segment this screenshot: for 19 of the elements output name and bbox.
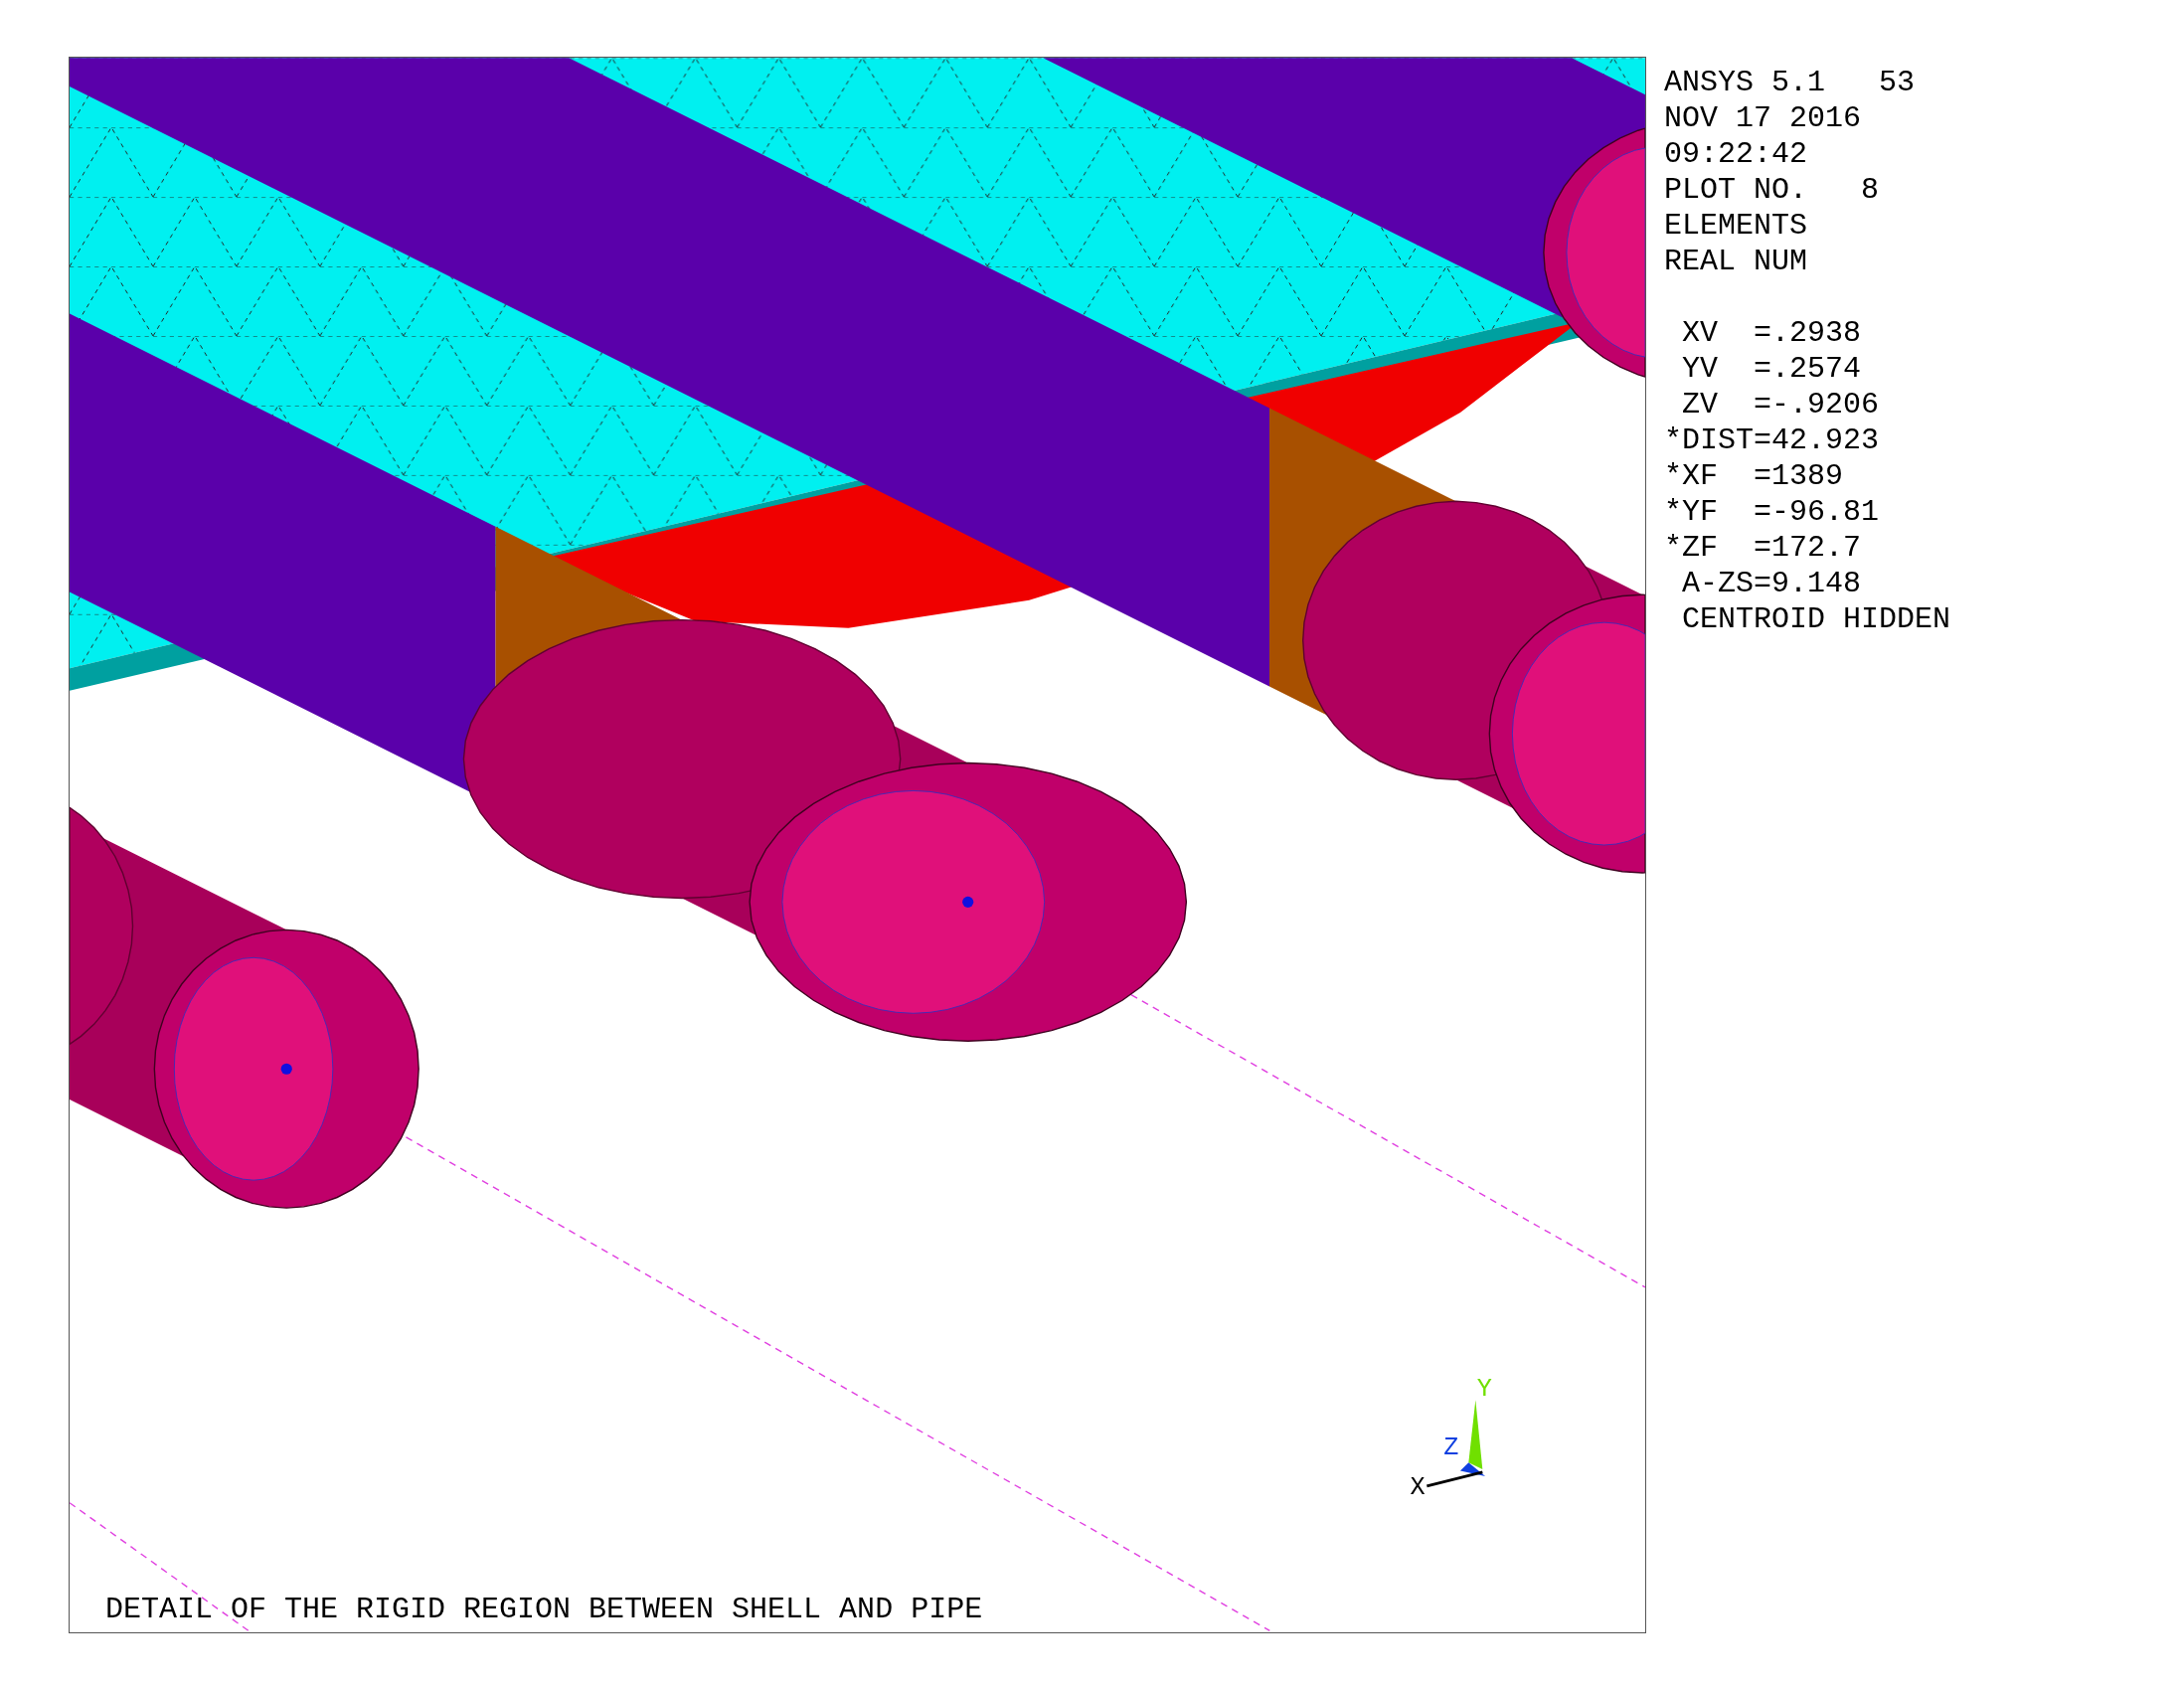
legend-line: *XF =1389 — [1664, 458, 1845, 494]
plot-caption: DETAIL OF THE RIGID REGION BETWEEN SHELL AND PIPE — [105, 1593, 983, 1626]
legend-line: *ZF =172.7 — [1664, 530, 1863, 566]
axis-label: Z — [1443, 1433, 1459, 1462]
legend-line: XV =.2938 — [1681, 315, 1863, 351]
legend-line: YV =.2574 — [1681, 351, 1863, 387]
legend-line: CENTROID HIDDEN — [1681, 601, 1951, 637]
legend-line: 09:22:42 — [1664, 136, 1809, 172]
legend-line: NOV 17 2016 — [1664, 100, 1863, 136]
legend-line: ANSYS 5.1 53 — [1664, 65, 1917, 100]
axis-label: X — [1410, 1473, 1426, 1503]
legend-line: *DIST=42.923 — [1664, 422, 1881, 458]
legend-line: REAL NUM — [1664, 244, 1809, 279]
legend-line: ZV =-.9206 — [1681, 387, 1881, 422]
legend-line: ELEMENTS — [1664, 208, 1809, 244]
legend-line: PLOT NO. 8 — [1664, 172, 1881, 208]
legend-line: *YF =-96.81 — [1664, 494, 1881, 530]
legend-line: A-ZS=9.148 — [1681, 566, 1863, 601]
axis-label: Y — [1476, 1375, 1492, 1404]
